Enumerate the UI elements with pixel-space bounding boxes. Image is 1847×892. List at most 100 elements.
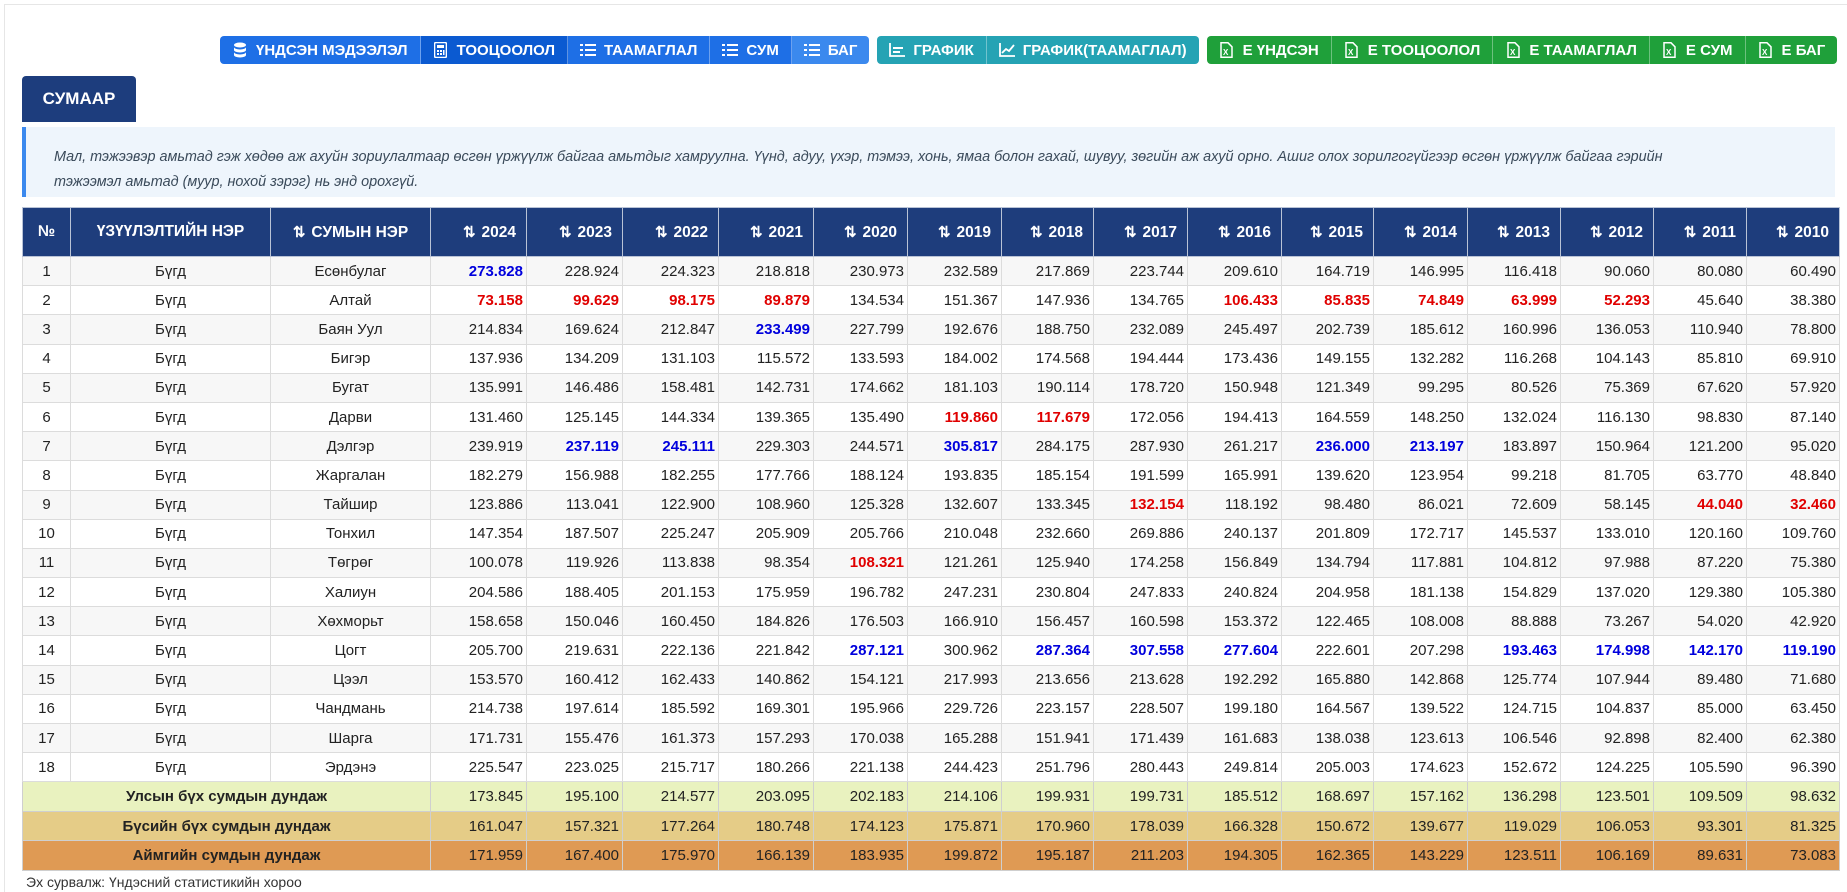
footer-row: Бүсийн бүх сумдын дундаж 161.047 157.321 17… — [22, 810, 1840, 842]
value-cell: 165.991 — [1187, 460, 1282, 491]
row-soum-name: Цогт — [270, 635, 431, 666]
excel-calculation-button[interactable]: X Е ТООЦООЛОЛ — [1331, 36, 1494, 64]
value-cell: 134.794 — [1281, 547, 1374, 579]
col-header-year[interactable]: ⇅ 2016 — [1187, 207, 1282, 257]
col-header-year-label: 2011 — [1702, 223, 1736, 241]
value-cell: 137.936 — [430, 343, 527, 374]
value-cell: 80.526 — [1467, 372, 1561, 403]
col-header-year[interactable]: ⇅ 2014 — [1373, 207, 1468, 257]
sort-icon: ⇅ — [1217, 223, 1231, 241]
value-cell: 117.679 — [1001, 401, 1094, 433]
value-cell: 80.080 — [1653, 255, 1747, 287]
excel-bag-button[interactable]: X Е БАГ — [1745, 36, 1838, 64]
value-cell: 154.121 — [813, 664, 908, 695]
value-cell: 119.190 — [1746, 635, 1840, 666]
col-header-soum[interactable]: ⇅ СУМЫН НЭР — [270, 207, 431, 257]
col-header-year-label: 2022 — [673, 223, 708, 241]
value-cell: 209.610 — [1187, 255, 1282, 287]
value-cell: 125.774 — [1467, 664, 1561, 695]
value-cell: 201.809 — [1281, 518, 1374, 549]
row-indicator: Бүгд — [70, 285, 271, 316]
info-line-2: тэжээмэл амьтад (муур, нохой зэрэг) нь э… — [54, 174, 419, 190]
value-cell: 118.192 — [1187, 489, 1282, 520]
table-row: 18 Бүгд Эрдэнэ 225.547 223.025 215.717 180.266… — [22, 752, 1840, 783]
excel-basic-button[interactable]: X Е ҮНДСЭН — [1206, 36, 1332, 64]
soum-button[interactable]: СУМ — [710, 36, 792, 64]
basic-info-label: ҮНДСЭН МЭДЭЭЛЭЛ — [256, 41, 408, 59]
col-header-year[interactable]: ⇅ 2021 — [718, 207, 814, 257]
value-cell: 188.405 — [526, 577, 623, 608]
row-indicator: Бүгд — [70, 518, 271, 549]
value-cell: 173.436 — [1187, 343, 1282, 374]
forecast-button[interactable]: ТААМАГЛАЛ — [567, 36, 711, 64]
value-cell: 170.038 — [813, 722, 908, 754]
value-cell: 54.020 — [1653, 606, 1747, 637]
row-number: 17 — [22, 722, 71, 754]
footer-value-cell: 183.935 — [813, 840, 908, 871]
excel-icon: X — [1758, 42, 1774, 58]
value-cell: 193.463 — [1467, 635, 1561, 666]
col-header-year[interactable]: ⇅ 2015 — [1281, 207, 1374, 257]
col-header-year[interactable]: ⇅ 2024 — [430, 207, 527, 257]
value-cell: 157.293 — [718, 722, 814, 754]
database-icon — [232, 42, 248, 58]
info-line-1: Мал, тэжээвэр амьтад гэж хөдөө аж ахуйн … — [54, 149, 1663, 165]
excel-icon: X — [1662, 42, 1678, 58]
footer-label: Улсын бүх сумдын дундаж — [22, 781, 431, 812]
table-header: № ҮЗҮҮЛЭЛТИЙН НЭР ⇅ СУМЫН НЭР ⇅ 2024 ⇅ 2023 ⇅… — [22, 207, 1840, 257]
footer-value-cell: 123.501 — [1560, 781, 1654, 812]
excel-forecast-button[interactable]: X Е ТААМАГЛАЛ — [1493, 36, 1650, 64]
value-cell: 142.868 — [1373, 664, 1468, 695]
col-header-year[interactable]: ⇅ 2020 — [813, 207, 908, 257]
info-note: Мал, тэжээвэр амьтад гэж хөдөө аж ахуйн … — [22, 127, 1835, 197]
header-row: № ҮЗҮҮЛЭЛТИЙН НЭР ⇅ СУМЫН НЭР ⇅ 2024 ⇅ 2023 ⇅… — [22, 207, 1840, 257]
col-header-year[interactable]: ⇅ 2017 — [1093, 207, 1188, 257]
col-header-year-label: 2014 — [1422, 223, 1457, 241]
col-header-year[interactable]: ⇅ 2010 — [1746, 207, 1840, 257]
value-cell: 245.111 — [622, 431, 719, 462]
value-cell: 224.323 — [622, 255, 719, 287]
excel-icon: X — [1505, 42, 1521, 58]
row-indicator: Бүгд — [70, 255, 271, 287]
row-indicator: Бүгд — [70, 635, 271, 666]
excel-soum-button[interactable]: X Е СУМ — [1649, 36, 1746, 64]
value-cell: 108.008 — [1373, 606, 1468, 637]
row-number: 4 — [22, 343, 71, 374]
value-cell: 97.988 — [1560, 547, 1654, 579]
col-header-year[interactable]: ⇅ 2023 — [526, 207, 623, 257]
table-row: 16 Бүгд Чандмань 214.738 197.614 185.592 169.3… — [22, 693, 1840, 725]
value-cell: 225.547 — [430, 752, 527, 783]
value-cell: 300.962 — [907, 635, 1002, 666]
col-header-year[interactable]: ⇅ 2012 — [1560, 207, 1654, 257]
basic-info-button[interactable]: ҮНДСЭН МЭДЭЭЛЭЛ — [220, 36, 421, 64]
value-cell: 221.842 — [718, 635, 814, 666]
bag-button[interactable]: БАГ — [791, 36, 870, 64]
calculation-button[interactable]: ТООЦООЛОЛ — [420, 36, 568, 64]
col-header-year[interactable]: ⇅ 2011 — [1653, 207, 1747, 257]
chart-button[interactable]: ГРАФИК — [877, 36, 987, 64]
value-cell: 135.991 — [430, 372, 527, 403]
footer-value-cell: 202.183 — [813, 781, 908, 812]
footer-value-cell: 168.697 — [1281, 781, 1374, 812]
col-header-year[interactable]: ⇅ 2013 — [1467, 207, 1561, 257]
value-cell: 229.726 — [907, 693, 1002, 725]
value-cell: 222.601 — [1281, 635, 1374, 666]
sort-icon: ⇅ — [843, 223, 857, 241]
value-cell: 232.589 — [907, 255, 1002, 287]
value-cell: 165.288 — [907, 722, 1002, 754]
value-cell: 149.155 — [1281, 343, 1374, 374]
table-row: 9 Бүгд Тайшир 123.886 113.041 122.900 108.960 1… — [22, 489, 1840, 520]
col-header-year[interactable]: ⇅ 2022 — [622, 207, 719, 257]
tab-by-soum[interactable]: СУМААР — [22, 76, 136, 122]
value-cell: 67.620 — [1653, 372, 1747, 403]
value-cell: 98.175 — [622, 285, 719, 316]
value-cell: 307.558 — [1093, 635, 1188, 666]
value-cell: 247.231 — [907, 577, 1002, 608]
value-cell: 193.835 — [907, 460, 1002, 491]
col-header-year[interactable]: ⇅ 2018 — [1001, 207, 1094, 257]
footer-value-cell: 136.298 — [1467, 781, 1561, 812]
col-header-year[interactable]: ⇅ 2019 — [907, 207, 1002, 257]
value-cell: 123.886 — [430, 489, 527, 520]
chart-forecast-button[interactable]: ГРАФИК(ТААМАГЛАЛ) — [986, 36, 1199, 64]
value-cell: 223.744 — [1093, 255, 1188, 287]
